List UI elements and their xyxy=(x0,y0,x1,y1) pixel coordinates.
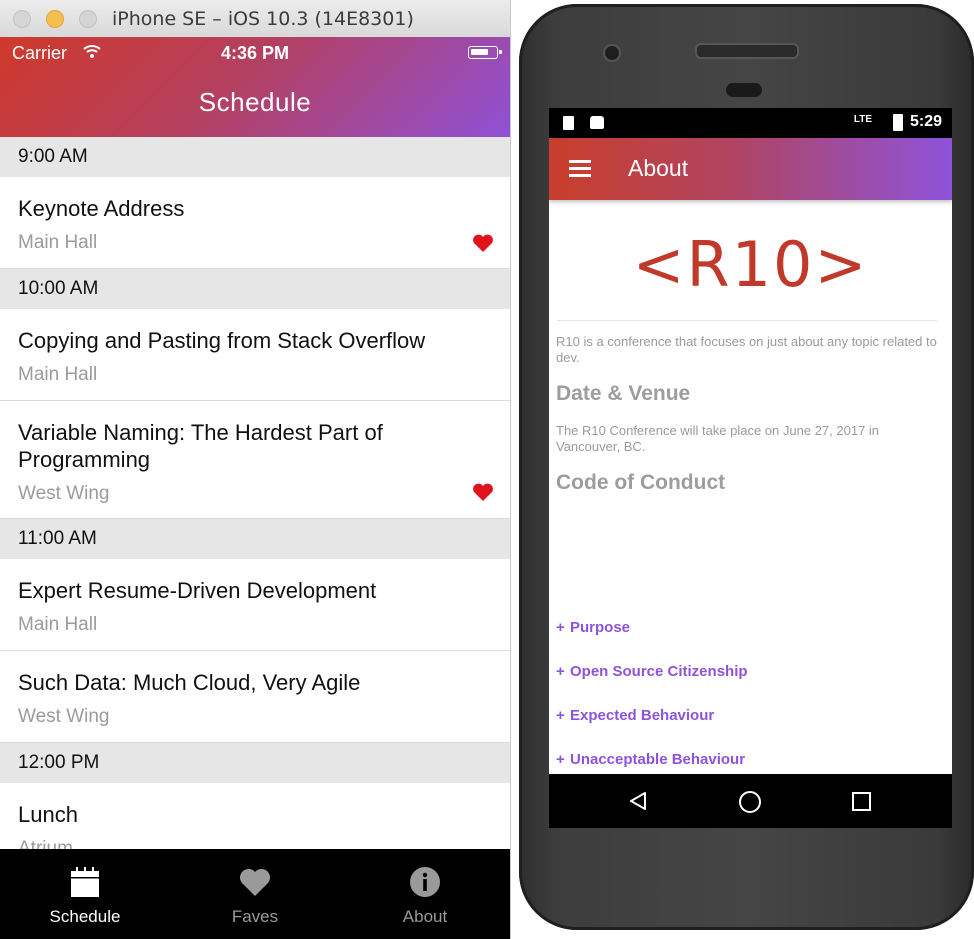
conduct-item-label: Unacceptable Behaviour xyxy=(570,751,746,768)
r10-logo: <R10> xyxy=(632,228,869,301)
intro-text: R10 is a conference that focuses on just… xyxy=(556,334,937,365)
battery-charging-icon xyxy=(893,114,903,131)
session-title: Expert Resume-Driven Development xyxy=(18,578,377,603)
lte-signal-icon: LTE xyxy=(853,114,872,125)
time-slot-header: 11:00 AM xyxy=(0,519,510,559)
page-title: Schedule xyxy=(198,87,312,117)
conduct-item-label: Open Source Citizenship xyxy=(570,663,748,680)
tab-label-about: About xyxy=(402,907,448,926)
android-page-title: About xyxy=(628,155,689,181)
session-location: Main Hall xyxy=(18,232,98,253)
session-row[interactable]: Expert Resume-Driven Development Main Hal… xyxy=(0,559,510,651)
expand-plus-icon: + xyxy=(556,663,565,680)
tab-faves[interactable]: Faves xyxy=(170,849,340,939)
conduct-item[interactable]: + Purpose xyxy=(556,619,936,637)
time-slot-header: 12:00 PM xyxy=(0,743,510,783)
session-location: Atrium xyxy=(18,838,73,849)
ios-nav-header: Carrier 4:36 PM Schedule xyxy=(0,37,510,137)
conduct-item-label: Purpose xyxy=(570,619,631,636)
android-robot-icon xyxy=(590,116,604,129)
session-row[interactable]: Lunch Atrium xyxy=(0,783,510,849)
front-camera xyxy=(603,44,621,62)
conduct-item-label: Expected Behaviour xyxy=(570,707,715,724)
expand-plus-icon: + xyxy=(556,619,565,636)
about-content[interactable]: <R10> R10 is a conference that focuses o… xyxy=(549,200,952,774)
session-row[interactable]: Variable Naming: The Hardest Part of Pro… xyxy=(0,401,510,519)
tab-label-schedule: Schedule xyxy=(49,907,121,926)
conduct-item[interactable]: + Expected Behaviour xyxy=(556,707,936,725)
window-zoom-button[interactable] xyxy=(79,10,97,28)
session-title: Such Data: Much Cloud, Very Agile xyxy=(18,670,361,695)
calendar-icon xyxy=(71,867,99,897)
session-row[interactable]: Such Data: Much Cloud, Very Agile West Wi… xyxy=(0,651,510,743)
session-location: Main Hall xyxy=(18,364,98,385)
logo-divider xyxy=(557,320,937,321)
earpiece-speaker xyxy=(695,43,799,59)
recent-apps-icon[interactable] xyxy=(852,792,871,811)
simulator-window-title: iPhone SE – iOS 10.3 (14E8301) xyxy=(112,8,414,30)
android-status-time: 5:29 xyxy=(909,113,942,130)
conduct-item[interactable]: + Open Source Citizenship xyxy=(556,663,936,681)
session-row[interactable]: Copying and Pasting from Stack Overflow M… xyxy=(0,309,510,401)
heart-icon xyxy=(239,868,271,896)
sd-card-icon xyxy=(563,116,574,130)
back-icon[interactable] xyxy=(629,791,647,811)
hamburger-menu-icon[interactable] xyxy=(569,160,591,178)
venue-text: The R10 Conference will take place on Ju… xyxy=(556,423,880,454)
android-app-bar: About xyxy=(549,138,952,200)
android-emulator: LTE 5:29 About <R10> R10 is a conference… xyxy=(511,0,974,939)
expand-plus-icon: + xyxy=(556,751,565,768)
session-title: Keynote Address xyxy=(18,196,185,221)
battery-icon xyxy=(468,46,502,59)
proximity-sensor xyxy=(726,83,762,97)
time-slot-header: 10:00 AM xyxy=(0,269,510,309)
session-title: Variable Naming: The Hardest Part of Pro… xyxy=(18,420,383,472)
android-screen: LTE 5:29 About <R10> R10 is a conference… xyxy=(549,108,952,828)
tab-schedule[interactable]: Schedule xyxy=(0,849,170,939)
conduct-item[interactable]: + Unacceptable Behaviour xyxy=(556,751,936,769)
schedule-list[interactable]: 9:00 AM Keynote Address Main Hall 10:00 AM C… xyxy=(0,137,510,849)
ios-status-time: 4:36 PM xyxy=(220,43,290,63)
fave-heart-icon xyxy=(473,483,493,501)
android-status-bar: LTE 5:29 xyxy=(549,108,952,138)
tab-bar: Schedule Faves About xyxy=(0,849,510,939)
session-title: Lunch xyxy=(18,802,78,827)
window-close-button[interactable] xyxy=(13,10,31,28)
tab-about[interactable]: About xyxy=(340,849,510,939)
session-title: Copying and Pasting from Stack Overflow xyxy=(18,328,426,353)
conduct-heading: Code of Conduct xyxy=(556,471,726,494)
session-location: West Wing xyxy=(18,483,110,504)
window-minimize-button[interactable] xyxy=(46,10,64,28)
ios-status-bar: Carrier 4:36 PM xyxy=(0,37,510,67)
info-icon xyxy=(410,867,440,897)
time-slot-header: 9:00 AM xyxy=(0,137,510,177)
phone-frame: LTE 5:29 About <R10> R10 is a conference… xyxy=(519,4,974,930)
venue-heading: Date & Venue xyxy=(556,382,691,405)
android-nav-bar xyxy=(549,774,952,828)
tab-label-faves: Faves xyxy=(231,907,279,926)
home-icon[interactable] xyxy=(739,791,761,813)
expand-plus-icon: + xyxy=(556,707,565,724)
simulator-titlebar[interactable]: iPhone SE – iOS 10.3 (14E8301) xyxy=(0,0,510,38)
fave-heart-icon xyxy=(473,234,493,252)
session-row[interactable]: Keynote Address Main Hall xyxy=(0,177,510,269)
ios-simulator-window: iPhone SE – iOS 10.3 (14E8301) Carrier 4… xyxy=(0,0,511,939)
session-location: West Wing xyxy=(18,706,110,727)
session-location: Main Hall xyxy=(18,614,98,635)
